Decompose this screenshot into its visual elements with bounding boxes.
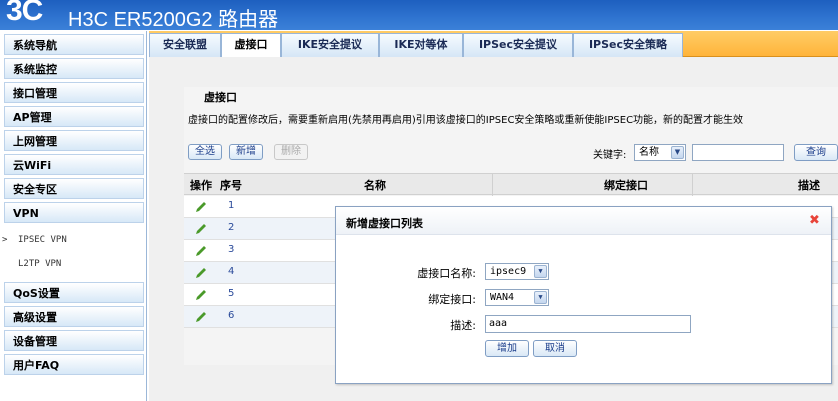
row-seq: 3 (228, 244, 235, 255)
sidebar-item-system-nav[interactable]: 系统导航 (4, 34, 144, 55)
row-seq: 2 (228, 222, 235, 233)
bind-interface-value: WAN4 (490, 292, 515, 303)
tab-ike-peer[interactable]: IKE对等体 (379, 33, 463, 57)
chevron-right-icon: > (2, 235, 8, 245)
row-seq: 1 (228, 200, 235, 211)
tab-bar: 安全联盟 虚接口 IKE安全提议 IKE对等体 IPSec安全提议 IPSec安… (149, 31, 838, 57)
col-header-seq: 序号 (220, 179, 242, 192)
sidebar-item-ap-mgmt[interactable]: AP管理 (4, 106, 144, 127)
virtual-interface-name-label: 虚接口名称: (417, 267, 476, 280)
sidebar-subitem-ipsec-vpn[interactable]: > IPSEC VPN (2, 229, 144, 251)
keyword-label: 关键字: (593, 150, 627, 161)
keyword-field-select[interactable]: 名称 ▼ (634, 144, 686, 161)
keyword-field-value: 名称 (639, 147, 659, 158)
tab-ipsec-policy[interactable]: IPSec安全策略 (573, 33, 683, 57)
col-header-desc: 描述 (798, 179, 820, 192)
table-header: 操作 序号 名称 绑定接口 描述 (184, 173, 838, 196)
col-header-name: 名称 (364, 179, 386, 192)
sidebar: 系统导航 系统监控 接口管理 AP管理 上网管理 云WiFi 安全专区 VPN … (0, 31, 147, 401)
dialog-header: 新增虚接口列表 ✖ (336, 207, 831, 235)
edit-pencil-icon[interactable] (194, 222, 208, 236)
cancel-button[interactable]: 取消 (533, 340, 577, 357)
col-header-op: 操作 (190, 179, 212, 192)
tab-virtual-interface[interactable]: 虚接口 (221, 33, 281, 57)
sidebar-item-interface-mgmt[interactable]: 接口管理 (4, 82, 144, 103)
tab-security-association[interactable]: 安全联盟 (149, 33, 221, 57)
virtual-interface-name-value: ipsec9 (490, 266, 527, 277)
chevron-down-icon: ▼ (534, 291, 547, 304)
row-seq: 6 (228, 310, 235, 321)
sidebar-item-advanced[interactable]: 高级设置 (4, 306, 144, 327)
col-separator (692, 174, 693, 196)
col-header-bind: 绑定接口 (604, 179, 648, 192)
row-seq: 5 (228, 288, 235, 299)
tab-ike-proposal[interactable]: IKE安全提议 (281, 33, 379, 57)
sidebar-item-device-mgmt[interactable]: 设备管理 (4, 330, 144, 351)
chevron-down-icon: ▼ (534, 265, 547, 278)
sidebar-item-cloud-wifi[interactable]: 云WiFi (4, 154, 144, 175)
sidebar-subitem-label: IPSEC VPN (18, 235, 67, 245)
delete-button[interactable]: 删除 (274, 144, 308, 160)
config-notice: 虚接口的配置修改后，需要重新启用(先禁用再启用)引用该虚接口的IPSEC安全策略… (188, 115, 744, 126)
sidebar-item-user-faq[interactable]: 用户FAQ (4, 354, 144, 375)
h3c-logo: 3C (6, 0, 43, 27)
tab-ipsec-proposal[interactable]: IPSec安全提议 (463, 33, 573, 57)
bind-interface-select[interactable]: WAN4 ▼ (485, 289, 549, 306)
edit-pencil-icon[interactable] (194, 266, 208, 280)
panel-title: 虚接口 (204, 91, 237, 104)
sidebar-item-system-monitor[interactable]: 系统监控 (4, 58, 144, 79)
select-all-button[interactable]: 全选 (188, 144, 222, 160)
description-label: 描述: (450, 319, 476, 332)
add-virtual-interface-dialog: 新增虚接口列表 ✖ 虚接口名称: ipsec9 ▼ 绑定接口: WAN4 ▼ 描… (335, 206, 832, 384)
virtual-interface-name-select[interactable]: ipsec9 ▼ (485, 263, 549, 280)
add-button[interactable]: 新增 (229, 144, 263, 160)
sidebar-subitem-l2tp-vpn[interactable]: L2TP VPN (4, 253, 144, 275)
description-input[interactable]: aaa (485, 315, 691, 333)
close-icon[interactable]: ✖ (809, 214, 820, 227)
sidebar-item-internet-mgmt[interactable]: 上网管理 (4, 130, 144, 151)
query-button[interactable]: 查询 (794, 144, 838, 161)
keyword-input[interactable] (692, 144, 784, 161)
bind-interface-label: 绑定接口: (428, 293, 476, 306)
app-title: H3C ER5200G2 路由器 (68, 9, 279, 30)
sidebar-subitem-label: L2TP VPN (18, 259, 62, 269)
edit-pencil-icon[interactable] (194, 288, 208, 302)
edit-pencil-icon[interactable] (194, 244, 208, 258)
sidebar-item-vpn[interactable]: VPN (4, 202, 144, 223)
edit-pencil-icon[interactable] (194, 310, 208, 324)
col-separator (492, 174, 493, 196)
add-confirm-button[interactable]: 增加 (485, 340, 529, 357)
sidebar-item-security[interactable]: 安全专区 (4, 178, 144, 199)
dialog-title: 新增虚接口列表 (346, 217, 423, 230)
chevron-down-icon: ▼ (671, 146, 684, 159)
app-header: 3C H3C ER5200G2 路由器 (0, 0, 838, 30)
sidebar-item-qos[interactable]: QoS设置 (4, 282, 144, 303)
row-seq: 4 (228, 266, 235, 277)
edit-pencil-icon[interactable] (194, 200, 208, 214)
